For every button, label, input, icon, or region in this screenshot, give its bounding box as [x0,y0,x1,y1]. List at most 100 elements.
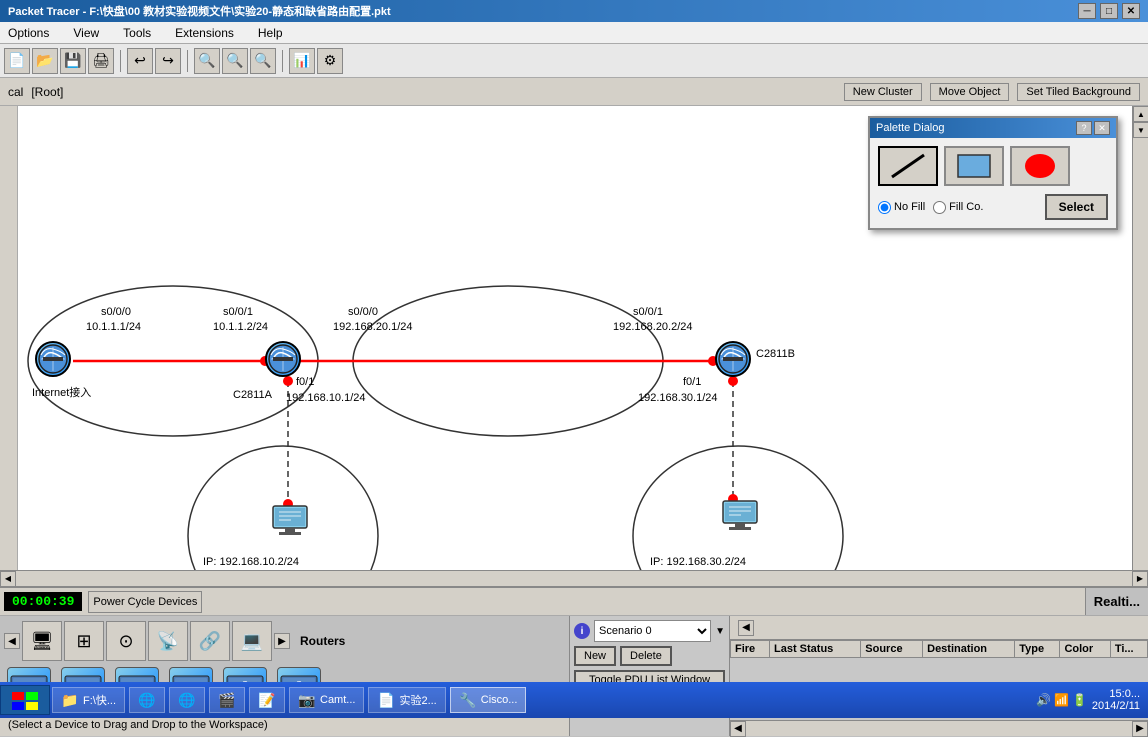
category-hubs[interactable]: ⊙ [106,621,146,661]
palette-select-button[interactable]: Select [1045,194,1108,220]
tray-icon-3: 🔋 [1072,692,1088,708]
ie2-icon: 🌐 [178,691,196,709]
taskbar-camtasia[interactable]: 📷 Camt... [289,687,364,713]
set-tiled-background-button[interactable]: Set Tiled Background [1017,83,1140,101]
palette-button[interactable]: 📊 [289,48,315,74]
label-c2811a: C2811A [233,389,272,401]
breadcrumb-label: [Root] [31,85,63,99]
palette-circle-tool[interactable] [1010,146,1070,186]
menu-tools[interactable]: Tools [119,24,155,42]
router-c2811a[interactable] [265,341,305,381]
label-s0-0-1-left: s0/0/1 [223,306,253,318]
menu-extensions[interactable]: Extensions [171,24,238,42]
palette-line-tool[interactable] [878,146,938,186]
redo-button[interactable]: ↪ [155,48,181,74]
simulation-table: Fire Last Status Source Destination Type… [730,640,1148,658]
label-192-168-20-2: 192.168.20.2/24 [613,321,693,333]
undo-button[interactable]: ↩ [127,48,153,74]
palette-close-button[interactable]: ✕ [1094,121,1110,135]
category-connections[interactable]: 🔗 [190,621,230,661]
sim-scroll-left[interactable]: ◀ [738,620,754,636]
col-last-status: Last Status [770,641,861,658]
word-icon: 📄 [377,691,395,709]
category-wireless[interactable]: 📡 [148,621,188,661]
zoom-out-button[interactable]: 🔍 [222,48,248,74]
dev-scroll-left[interactable]: ◀ [4,633,20,649]
palette-rect-tool[interactable] [944,146,1004,186]
dropdown-arrow-icon: ▼ [715,626,725,637]
clock-display: 15:0... 2014/2/11 [1092,688,1140,712]
sim-h-scroll-left[interactable]: ◀ [730,721,746,737]
palette-dialog-titlebar: Palette Dialog ? ✕ [870,118,1116,138]
maximize-button[interactable]: □ [1100,3,1118,19]
new-file-button[interactable]: 📄 [4,48,30,74]
delete-scenario-button[interactable]: Delete [620,646,672,666]
horizontal-scrollbar[interactable]: ◀ ▶ [0,570,1148,586]
new-cluster-button[interactable]: New Cluster [844,83,922,101]
taskbar-cisco[interactable]: 🔧 Cisco... [450,687,527,713]
device-category-label: Routers [300,634,345,648]
category-routers[interactable]: 🖥 [22,621,62,661]
label-f0-1-right: f0/1 [683,376,701,388]
minimize-button[interactable]: ─ [1078,3,1096,19]
menu-options[interactable]: Options [4,24,53,42]
menu-help[interactable]: Help [254,24,287,42]
file-explorer-label: F:\快... [83,692,116,708]
scroll-left-arrow[interactable]: ◀ [0,571,16,587]
scroll-right-arrow[interactable]: ▶ [1132,571,1148,587]
bottom-main: ◀ 🖥 ⊞ ⊙ 📡 🔗 💻 ▶ Routers [0,616,1148,736]
router-internet[interactable] [35,341,75,381]
ie1-icon: 🌐 [138,691,156,709]
file-explorer-icon: 📁 [61,691,79,709]
label-internet: Internet接入 [32,384,91,400]
save-file-button[interactable]: 💾 [60,48,86,74]
system-tray: 🔊 📶 🔋 [1036,692,1088,708]
taskbar-right: 🔊 📶 🔋 15:0... 2014/2/11 [1036,688,1148,712]
power-cycle-button[interactable]: Power Cycle Devices [88,591,202,613]
scroll-down-arrow[interactable]: ▼ [1133,122,1148,138]
pc-right[interactable] [721,499,759,531]
label-ip-right: IP: 192.168.30.2/24 [650,556,746,568]
router-c2811b[interactable] [715,341,755,381]
zoom-in-button[interactable]: 🔍 [194,48,220,74]
close-button[interactable]: ✕ [1122,3,1140,19]
taskbar-notes[interactable]: 📝 [249,687,285,713]
taskbar-media[interactable]: 🎬 [209,687,245,713]
canvas-area[interactable]: s0/0/0 10.1.1.1/24 s0/0/1 10.1.1.2/24 s0… [18,106,1148,570]
taskbar-word[interactable]: 📄 实验2... [368,687,445,713]
pc-left[interactable] [271,504,309,536]
radio-fill-color[interactable]: Fill Co. [933,201,983,214]
palette-help-button[interactable]: ? [1076,121,1092,135]
start-button[interactable] [0,685,50,715]
options-button[interactable]: ⚙ [317,48,343,74]
sim-horizontal-scrollbar[interactable]: ◀ ▶ [730,720,1148,736]
move-object-button[interactable]: Move Object [930,83,1010,101]
radio-no-fill[interactable]: No Fill [878,201,925,214]
category-switches[interactable]: ⊞ [64,621,104,661]
col-color: Color [1060,641,1110,658]
new-scenario-button[interactable]: New [574,646,616,666]
bottom-toolbar: 00:00:39 Power Cycle Devices Realti... [0,588,1148,616]
label-s0-0-0-left: s0/0/0 [101,306,131,318]
menu-view[interactable]: View [69,24,103,42]
label-192-168-20-1: 192.168.20.1/24 [333,321,413,333]
category-end-devices[interactable]: 💻 [232,621,272,661]
taskbar-ie2[interactable]: 🌐 [169,687,205,713]
print-button[interactable]: 🖨 [88,48,114,74]
taskbar-file-explorer[interactable]: 📁 F:\快... [52,687,125,713]
info-icon: i [574,623,590,639]
sim-h-scroll-right[interactable]: ▶ [1132,721,1148,737]
dev-scroll-right[interactable]: ▶ [274,633,290,649]
scenario-panel: i Scenario 0 ▼ New Delete Toggle PDU Lis… [570,616,730,736]
cisco-icon: 🔧 [459,691,477,709]
vertical-scrollbar[interactable]: ▲ ▼ [1132,106,1148,570]
label-10-1-1-2: 10.1.1.2/24 [213,321,268,333]
toolbar: 📄 📂 💾 🖨 ↩ ↪ 🔍 🔍 🔍 📊 ⚙ [0,44,1148,78]
zoom-fit-button[interactable]: 🔍 [250,48,276,74]
taskbar-ie1[interactable]: 🌐 [129,687,165,713]
scroll-up-arrow[interactable]: ▲ [1133,106,1148,122]
open-file-button[interactable]: 📂 [32,48,58,74]
scenario-buttons: New Delete [574,646,725,666]
scenario-selector[interactable]: Scenario 0 [594,620,711,642]
word-label: 实验2... [399,692,436,708]
